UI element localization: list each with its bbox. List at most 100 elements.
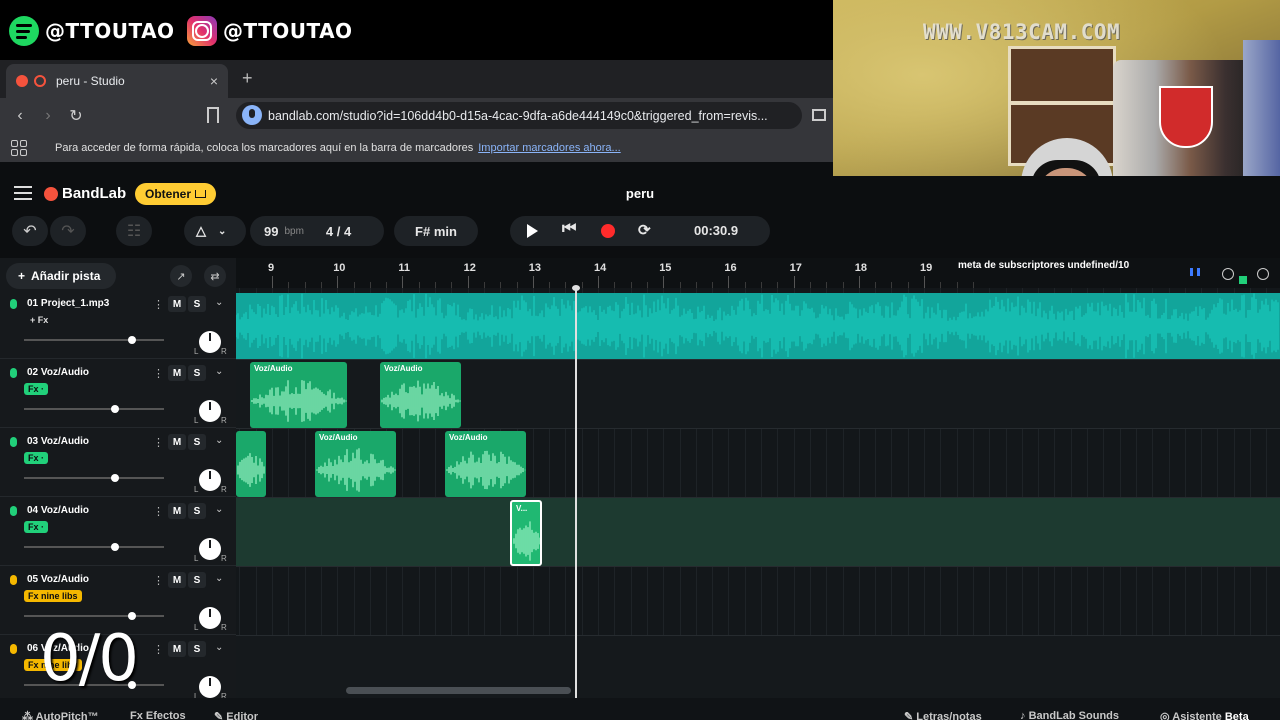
more-options-icon[interactable]: ⋮	[153, 574, 164, 587]
solo-button[interactable]: S	[188, 365, 206, 381]
playhead[interactable]	[575, 288, 577, 698]
track-header[interactable]: 04 Voz/Audio Fx · ⋮ M S ⌄ L R	[0, 498, 236, 566]
forward-icon[interactable]: ›	[34, 107, 62, 125]
fx-badge[interactable]: Fx nine libs	[24, 590, 82, 602]
tempo-signature-control[interactable]: 99 bpm 4 / 4	[250, 216, 384, 246]
apps-grid-icon[interactable]	[11, 140, 27, 156]
volume-slider-handle[interactable]	[111, 474, 119, 482]
track-name[interactable]: 03 Voz/Audio	[27, 436, 89, 447]
mute-button[interactable]: M	[168, 296, 186, 312]
pan-knob[interactable]	[199, 400, 221, 422]
get-membership-button[interactable]: Obtener	[135, 183, 217, 205]
menu-icon[interactable]	[14, 186, 32, 200]
undo-icon[interactable]: ↶	[12, 216, 48, 246]
browser-tab[interactable]: peru - Studio ×	[6, 64, 228, 98]
mute-button[interactable]: M	[168, 641, 186, 657]
solo-button[interactable]: S	[188, 434, 206, 450]
audio-clip[interactable]: V...	[510, 500, 542, 566]
track-name[interactable]: 05 Voz/Audio	[27, 574, 89, 585]
zoom-in-icon[interactable]	[1257, 268, 1269, 280]
pan-knob[interactable]	[199, 331, 221, 353]
pan-knob[interactable]	[199, 538, 221, 560]
snap-icon[interactable]: ⇄	[204, 265, 226, 287]
volume-slider[interactable]	[24, 612, 164, 620]
audio-clip[interactable]	[236, 431, 266, 497]
editor-tab[interactable]: ✎ Editor	[214, 710, 258, 720]
volume-slider-handle[interactable]	[111, 405, 119, 413]
pan-knob[interactable]	[199, 469, 221, 491]
bpm-value[interactable]: 99	[264, 224, 278, 239]
assistant-tab[interactable]: ◎ Asistente Beta	[1160, 710, 1249, 720]
more-options-icon[interactable]: ⋮	[153, 298, 164, 311]
track-lane[interactable]	[236, 567, 1280, 636]
side-panel-icon[interactable]	[812, 109, 826, 121]
autopitch-tab[interactable]: ⁂ AutoPitch™	[22, 710, 99, 720]
audio-region-project[interactable]	[236, 293, 1280, 359]
more-options-icon[interactable]: ⋮	[153, 367, 164, 380]
track-header[interactable]: 03 Voz/Audio Fx · ⋮ M S ⌄ L R	[0, 429, 236, 497]
tab-close-icon[interactable]: ×	[210, 73, 218, 89]
horizontal-scrollbar[interactable]	[346, 687, 571, 694]
new-tab-button[interactable]: +	[242, 68, 253, 89]
bandlab-logo[interactable]: BandLab	[44, 185, 126, 202]
more-options-icon[interactable]: ⋮	[153, 436, 164, 449]
project-title[interactable]: peru	[600, 186, 680, 201]
audio-clip[interactable]: Voz/Audio	[315, 431, 396, 497]
chevron-down-icon[interactable]: ⌄	[215, 297, 223, 308]
mute-button[interactable]: M	[168, 365, 186, 381]
volume-slider-handle[interactable]	[128, 336, 136, 344]
audio-clip[interactable]: Voz/Audio	[380, 362, 461, 428]
automation-icon[interactable]: ↗	[170, 265, 192, 287]
time-signature[interactable]: 4 / 4	[326, 224, 351, 239]
back-icon[interactable]: ‹	[6, 107, 34, 125]
pan-knob[interactable]	[199, 607, 221, 629]
audio-clip[interactable]: Voz/Audio	[445, 431, 526, 497]
track-name[interactable]: 01 Project_1.mp3	[27, 298, 109, 309]
track-name[interactable]: 02 Voz/Audio	[27, 367, 89, 378]
loop-icon[interactable]: ⟳	[638, 221, 651, 239]
volume-slider[interactable]	[24, 336, 164, 344]
add-track-button[interactable]: + Añadir pista	[6, 263, 116, 289]
track-lane[interactable]	[236, 498, 1280, 567]
chevron-down-icon[interactable]: ⌄	[215, 642, 223, 653]
mic-permission-icon[interactable]	[242, 105, 262, 125]
import-bookmarks-link[interactable]: Importar marcadores ahora...	[478, 142, 620, 154]
chevron-down-icon[interactable]: ⌄	[215, 435, 223, 446]
solo-button[interactable]: S	[188, 641, 206, 657]
solo-button[interactable]: S	[188, 296, 206, 312]
mute-button[interactable]: M	[168, 503, 186, 519]
more-options-icon[interactable]: ⋮	[153, 505, 164, 518]
mute-button[interactable]: M	[168, 572, 186, 588]
solo-button[interactable]: S	[188, 503, 206, 519]
volume-slider[interactable]	[24, 543, 164, 551]
address-bar[interactable]: bandlab.com/studio?id=106dd4b0-d15a-4cac…	[236, 102, 802, 129]
sounds-tab[interactable]: ♪ BandLab Sounds	[1020, 710, 1119, 720]
volume-slider-handle[interactable]	[128, 612, 136, 620]
key-button[interactable]: F# min	[394, 216, 478, 246]
track-lanes[interactable]: Voz/Audio Voz/Audio Voz/Audio Voz/Audio …	[236, 288, 1280, 698]
fx-badge[interactable]: + Fx	[26, 314, 52, 326]
track-name[interactable]: 04 Voz/Audio	[27, 505, 89, 516]
fx-badge[interactable]: Fx ·	[24, 383, 49, 395]
play-icon[interactable]	[527, 224, 538, 238]
volume-slider-handle[interactable]	[111, 543, 119, 551]
fx-badge[interactable]: Fx ·	[24, 521, 49, 533]
mixer-icon[interactable]: ☷	[116, 216, 152, 246]
fx-badge[interactable]: Fx ·	[24, 452, 49, 464]
mute-button[interactable]: M	[168, 434, 186, 450]
track-header[interactable]: 01 Project_1.mp3 + Fx ⋮ M S ⌄ L R	[0, 291, 236, 359]
more-options-icon[interactable]: ⋮	[153, 643, 164, 656]
pan-knob[interactable]	[199, 676, 221, 698]
solo-button[interactable]: S	[188, 572, 206, 588]
bookmark-icon[interactable]	[207, 107, 219, 123]
chevron-down-icon[interactable]: ⌄	[215, 504, 223, 515]
track-header[interactable]: 02 Voz/Audio Fx · ⋮ M S ⌄ L R	[0, 360, 236, 428]
audio-clip[interactable]: Voz/Audio	[250, 362, 347, 428]
metronome-control[interactable]: △ ⌄	[184, 216, 246, 246]
record-icon[interactable]	[601, 224, 615, 238]
volume-slider[interactable]	[24, 405, 164, 413]
skip-back-icon[interactable]: ⏮	[562, 220, 576, 238]
lyrics-tab[interactable]: ✎ Letras/notas	[904, 710, 982, 720]
volume-slider[interactable]	[24, 474, 164, 482]
redo-icon[interactable]: ↷	[50, 216, 86, 246]
